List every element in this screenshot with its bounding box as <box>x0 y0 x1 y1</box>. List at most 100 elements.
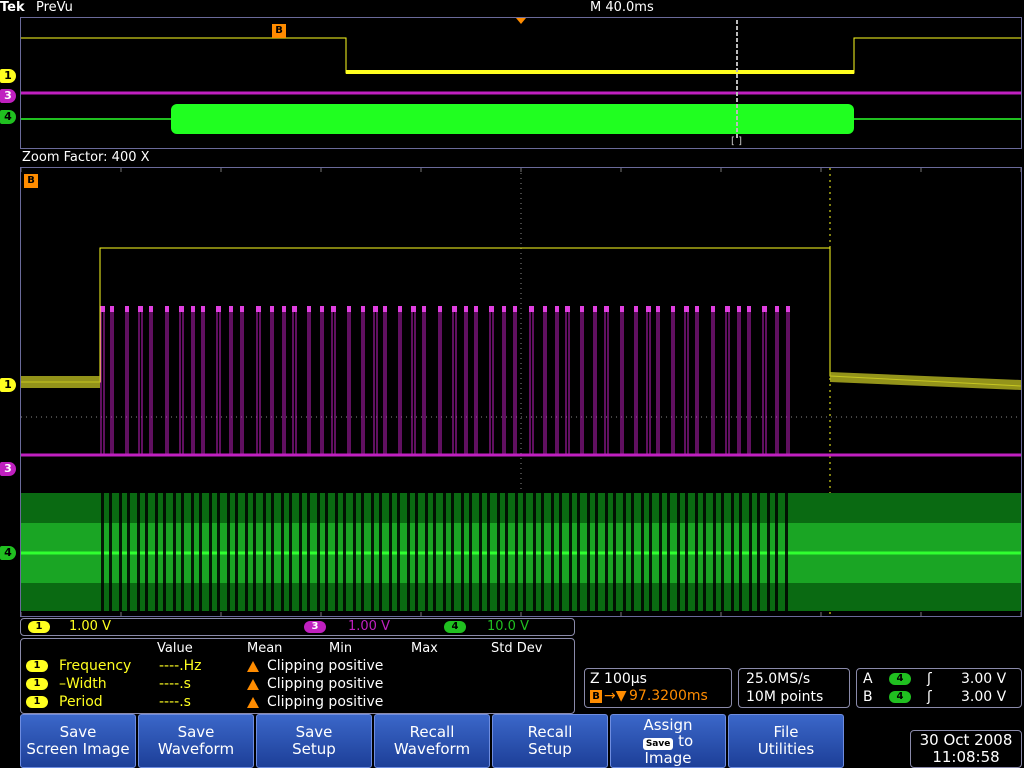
save-waveform-button[interactable]: Save Waveform <box>138 714 254 768</box>
ch3-pulse-top <box>747 306 751 312</box>
ch4-gap <box>209 493 212 611</box>
warning-icon <box>247 661 259 672</box>
softkey-label: Image <box>644 749 692 767</box>
overview-ch1-marker[interactable]: 1 <box>0 69 16 83</box>
ch4-gap <box>335 493 338 611</box>
ch4-gap <box>127 493 130 611</box>
warning-icon <box>247 679 259 690</box>
ch3-pulse-top <box>725 306 730 312</box>
recall-waveform-button[interactable]: Recall Waveform <box>374 714 490 768</box>
zoom-position: 97.3200ms <box>629 688 708 704</box>
ch3-pulse-top <box>786 306 790 312</box>
ch3-pulse-top <box>646 306 651 312</box>
softkey-label: Assign <box>643 716 693 734</box>
ch3-pulse <box>646 307 651 456</box>
ch3-pulse <box>671 307 675 456</box>
ch4-gap <box>587 493 590 611</box>
softkey-label: File <box>773 723 799 741</box>
softkey-label: Recall <box>409 723 455 741</box>
ch4-gap <box>371 493 374 611</box>
ch4-gap <box>469 493 472 611</box>
ch4-gap <box>551 493 554 611</box>
zoom-position-readout[interactable]: Z 100µs B →▼ 97.3200ms <box>584 668 732 708</box>
ch3-pulse-top <box>125 306 129 312</box>
ch3-pulse-top <box>464 306 468 312</box>
measurement-panel[interactable]: Value Mean Min Max Std Dev 1 Frequency -… <box>20 638 575 714</box>
ch3-pulse <box>179 307 184 456</box>
ch3-pulse-top <box>656 306 660 312</box>
save-screen-image-button[interactable]: Save Screen Image <box>20 714 136 768</box>
overview-waveform-panel[interactable]: B [ ] <box>20 17 1022 149</box>
recall-setup-button[interactable]: Recall Setup <box>492 714 608 768</box>
ch4-gap <box>677 493 680 611</box>
overview-ch3-marker[interactable]: 3 <box>0 89 16 103</box>
measurement-row[interactable]: 1 Frequency ----.Hz Clipping positive <box>21 658 576 676</box>
tek-logo: Tek <box>0 0 25 15</box>
ch4-gap <box>109 493 112 611</box>
acquisition-readout[interactable]: 25.0MS/s 10M points <box>738 668 850 708</box>
ch3-pulse <box>502 307 506 456</box>
zoom-bracket-marker: [ ] <box>731 136 742 147</box>
ch4-gap <box>173 493 176 611</box>
ch3-pulse <box>229 307 233 456</box>
ch4-gap <box>461 493 464 611</box>
trigger-readout[interactable]: A 4 ʃ 3.00 V B 4 ʃ 3.00 V <box>856 668 1022 708</box>
measurement-row[interactable]: 1 –Width ----.s Clipping positive <box>21 676 576 694</box>
ch4-gap <box>595 493 598 611</box>
zoomed-waveform-display[interactable]: B <box>20 167 1022 617</box>
ch3-pulse-top <box>347 306 351 312</box>
ch3-pulse <box>320 307 324 456</box>
measurement-row[interactable]: 1 Period ----.s Clipping positive <box>21 694 576 712</box>
ch3-pulse-top <box>229 306 233 312</box>
ch4-gap <box>695 493 698 611</box>
ch3-level-marker[interactable]: 3 <box>0 462 16 476</box>
ch3-pulse <box>422 307 426 456</box>
ch3-pulse-top <box>452 306 457 312</box>
rising-edge-icon: ʃ <box>927 689 932 705</box>
ch4-gap <box>713 493 716 611</box>
ch3-pulse <box>634 307 638 456</box>
ch4-level-marker[interactable]: 4 <box>0 546 16 560</box>
ch3-pulse-top <box>373 306 378 312</box>
ch3-pulse <box>656 307 660 456</box>
ch1-badge[interactable]: 1 <box>28 621 50 633</box>
meas-value: ----.Hz <box>159 658 202 674</box>
ch3-pulse <box>165 307 169 456</box>
ch4-gap <box>307 493 310 611</box>
ch3-badge[interactable]: 3 <box>304 621 326 633</box>
time: 11:08:58 <box>932 748 1000 766</box>
ch3-pulse <box>125 307 129 456</box>
timebase-readout[interactable]: M 40.0ms <box>590 0 654 15</box>
ch3-pulse-top <box>513 306 517 312</box>
ch4-badge[interactable]: 4 <box>444 621 466 633</box>
ch4-gap <box>659 493 662 611</box>
ch3-pulse <box>361 307 365 456</box>
meas-header-min: Min <box>329 641 353 656</box>
ch3-pulse-top <box>100 306 105 312</box>
save-setup-button[interactable]: Save Setup <box>256 714 372 768</box>
ch4-gap <box>577 493 580 611</box>
trigger-position-arrow <box>516 18 526 24</box>
channel-scale-bar: 1 1.00 V 3 1.00 V 4 10.0 V <box>20 618 575 636</box>
ch3-pulse-top <box>671 306 675 312</box>
rising-edge-icon: ʃ <box>927 671 932 687</box>
zoom-trigger-b-marker[interactable]: B <box>24 174 38 188</box>
overview-trigger-b-marker[interactable]: B <box>272 24 286 38</box>
ch3-pulse <box>489 307 494 456</box>
file-utilities-button[interactable]: File Utilities <box>728 714 844 768</box>
overview-ch4-marker[interactable]: 4 <box>0 110 16 124</box>
ch4-gap <box>145 493 148 611</box>
ch3-pulse <box>555 307 559 456</box>
ch4-gap <box>479 493 482 611</box>
date-time-display[interactable]: 30 Oct 2008 11:08:58 <box>910 730 1022 768</box>
ch3-pulse <box>383 307 387 456</box>
ch3-pulse <box>411 307 416 456</box>
ch4-gap <box>317 493 320 611</box>
ch4-gap <box>775 493 778 611</box>
ch4-gap <box>253 493 256 611</box>
assign-save-button[interactable]: Assign Save to Image <box>610 714 726 768</box>
ch4-gap <box>487 493 490 611</box>
ch3-pulse <box>565 307 570 456</box>
meas-name: Period <box>59 694 103 710</box>
ch1-level-marker[interactable]: 1 <box>0 378 16 392</box>
